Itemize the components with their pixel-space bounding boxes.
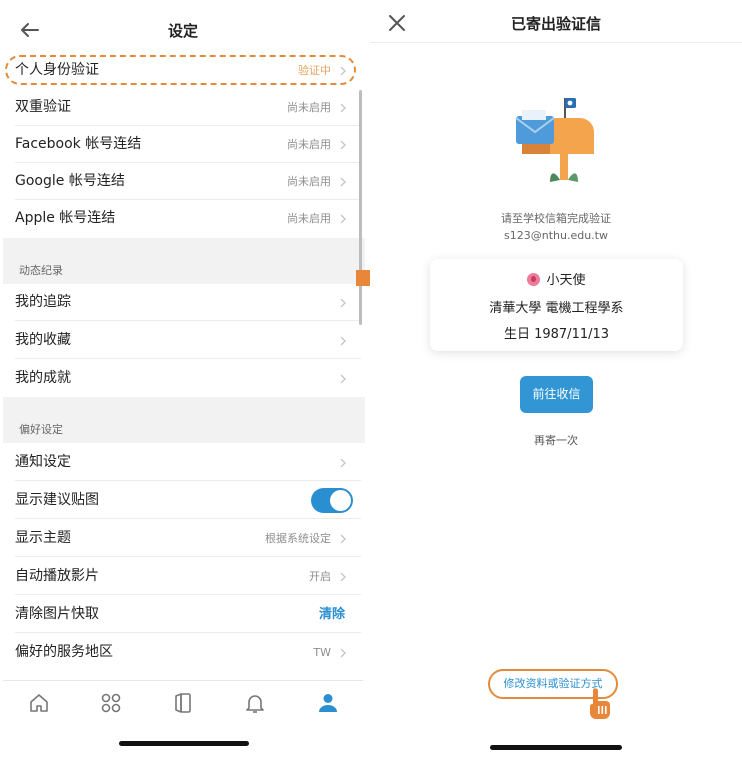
profile-icon[interactable] xyxy=(316,691,340,715)
section-header-preferences: 偏好设定 xyxy=(3,397,365,443)
row-label: Apple 帐号连结 xyxy=(15,210,116,226)
divider xyxy=(15,594,361,595)
clear-cache-button[interactable]: 清除 xyxy=(319,596,345,633)
settings-header: 设定 xyxy=(0,0,366,58)
suggested-stickers-toggle[interactable] xyxy=(311,488,353,513)
page-title: 已寄出验证信 xyxy=(510,15,601,33)
row-label: 双重验证 xyxy=(15,99,71,115)
resend-link[interactable]: 再寄一次 xyxy=(370,432,742,448)
bell-icon[interactable] xyxy=(243,691,267,715)
row-identity-verification[interactable]: 个人身份验证 验证中 xyxy=(3,52,361,89)
row-two-factor[interactable]: 双重验证 尚未启用 xyxy=(3,89,361,126)
bottom-tab-bar xyxy=(3,680,363,726)
grid-icon[interactable] xyxy=(99,691,123,715)
row-my-favorites[interactable]: 我的收藏 xyxy=(3,322,361,359)
row-apple-link[interactable]: Apple 帐号连结 尚未启用 xyxy=(3,200,361,237)
row-label: 通知设定 xyxy=(15,454,71,470)
row-clear-image-cache: 清除图片快取 清除 xyxy=(3,596,361,633)
row-autoplay-video[interactable]: 自动播放影片 开启 xyxy=(3,558,361,595)
chevron-right-icon xyxy=(340,374,346,384)
chevron-right-icon xyxy=(340,140,346,150)
row-notification-settings[interactable]: 通知设定 xyxy=(3,444,361,481)
divider xyxy=(15,480,361,481)
chevron-right-icon xyxy=(340,214,346,224)
home-indicator xyxy=(119,741,249,746)
instruction-text: 请至学校信箱完成验证 xyxy=(501,212,611,225)
row-label: 清除图片快取 xyxy=(15,606,99,622)
row-theme[interactable]: 显示主题 根据系统设定 xyxy=(3,520,361,557)
chevron-right-icon xyxy=(340,336,346,346)
page-title: 设定 xyxy=(167,22,198,40)
boards-icon[interactable] xyxy=(171,691,195,715)
chevron-right-icon xyxy=(340,66,346,76)
divider xyxy=(15,320,361,321)
row-label: 显示建议贴图 xyxy=(15,492,99,508)
section-header-activity: 动态纪录 xyxy=(3,238,365,284)
divider xyxy=(15,632,361,633)
row-value: 根据系统设定 xyxy=(265,532,331,545)
home-indicator xyxy=(490,745,622,750)
row-value: TW xyxy=(313,646,331,659)
chevron-right-icon xyxy=(340,534,346,544)
school-email: s123@nthu.edu.tw xyxy=(504,229,608,242)
home-icon[interactable] xyxy=(27,691,51,715)
status-badge: 验证中 xyxy=(298,64,331,77)
identity-name: 小天使 xyxy=(546,273,586,288)
row-label: 偏好的服务地区 xyxy=(15,644,113,660)
identity-birthday: 生日 1987/11/13 xyxy=(503,327,610,342)
row-label: 自动播放影片 xyxy=(15,568,99,584)
row-suggested-stickers: 显示建议贴图 xyxy=(3,482,361,519)
row-my-achievements[interactable]: 我的成就 xyxy=(3,360,361,397)
section-title: 动态纪录 xyxy=(19,264,63,277)
identity-school: 清華大學 電機工程學系 xyxy=(489,301,624,316)
avatar xyxy=(527,273,541,286)
chevron-right-icon xyxy=(340,458,346,468)
mailbox-illustration-icon xyxy=(515,98,594,182)
identity-card: 小天使 清華大學 電機工程學系 生日 1987/11/13 xyxy=(430,259,683,351)
chevron-right-icon xyxy=(340,648,346,658)
row-value: 尚未启用 xyxy=(287,212,331,225)
row-label: 显示主题 xyxy=(15,530,71,546)
chevron-right-icon xyxy=(340,177,346,187)
row-facebook-link[interactable]: Facebook 帐号连结 尚未启用 xyxy=(3,126,361,163)
row-google-link[interactable]: Google 帐号连结 尚未启用 xyxy=(3,163,361,200)
divider xyxy=(15,518,361,519)
row-value: 开启 xyxy=(309,570,331,583)
divider xyxy=(15,358,361,359)
settings-screen: 设定 个人身份验证 验证中 双重验证 尚未启用 Facebook 帐号连结 尚未… xyxy=(0,0,366,757)
row-label: 我的收藏 xyxy=(15,332,71,348)
row-label: Google 帐号连结 xyxy=(15,173,125,189)
section-title: 偏好设定 xyxy=(19,423,63,436)
row-service-region[interactable]: 偏好的服务地区 TW xyxy=(3,634,361,671)
row-label: Facebook 帐号连结 xyxy=(15,136,142,152)
chevron-right-icon xyxy=(340,572,346,582)
row-label: 个人身份验证 xyxy=(15,62,99,78)
row-label: 我的成就 xyxy=(15,370,71,386)
verification-sent-screen: 已寄出验证信 请至学校信箱完成验证 s123@nthu.edu.tw 小天使 清… xyxy=(370,0,742,757)
verification-header: 已寄出验证信 xyxy=(370,0,742,43)
go-to-inbox-button[interactable]: 前往收信 xyxy=(520,376,593,413)
row-value: 尚未启用 xyxy=(287,138,331,151)
row-value: 尚未启用 xyxy=(287,175,331,188)
chevron-right-icon xyxy=(340,298,346,308)
row-value: 尚未启用 xyxy=(287,101,331,114)
row-my-follows[interactable]: 我的追踪 xyxy=(3,284,361,321)
identity-name-line: 小天使 xyxy=(430,269,683,288)
pointing-hand-icon xyxy=(590,688,610,719)
row-label: 我的追踪 xyxy=(15,294,71,310)
toggle-knob xyxy=(330,490,351,511)
chevron-right-icon xyxy=(340,103,346,113)
divider xyxy=(15,556,361,557)
